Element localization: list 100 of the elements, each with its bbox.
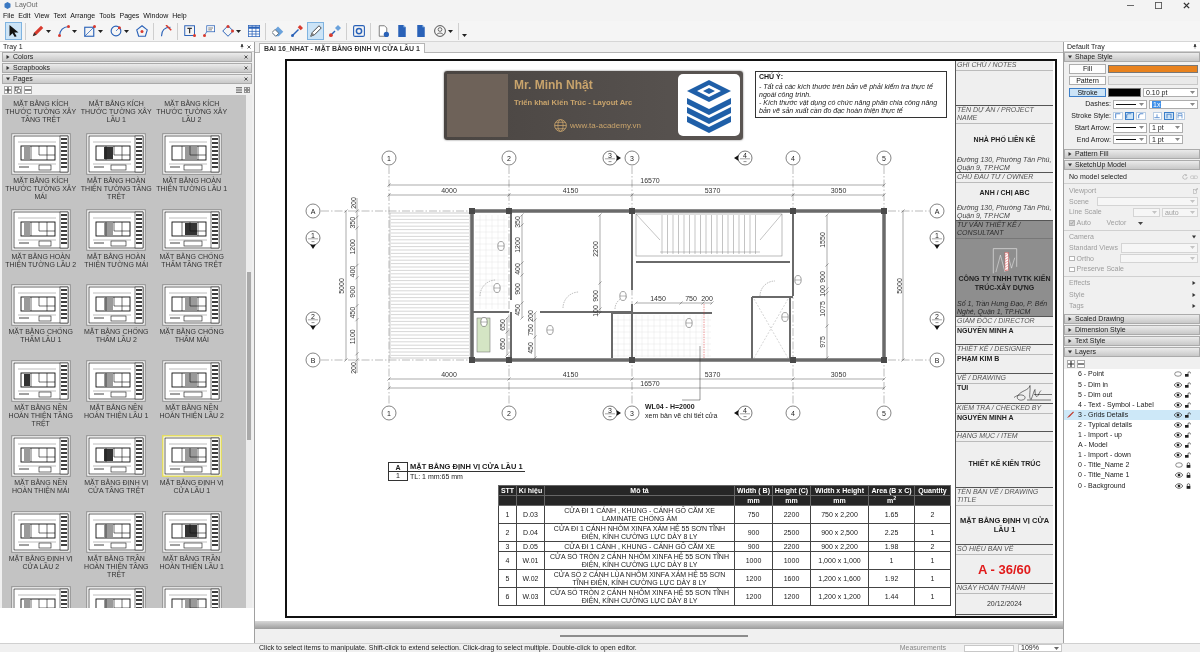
fill-color-swatch[interactable]: [1108, 64, 1198, 74]
photo-placeholder: [447, 74, 508, 137]
remove-page-button[interactable]: [24, 86, 32, 94]
close-icon[interactable]: [244, 55, 248, 59]
unlocked-icon[interactable]: [1185, 401, 1191, 408]
page-thumbnail[interactable]: [10, 284, 71, 326]
stroke-color-swatch[interactable]: [1108, 88, 1141, 97]
page-thumbnail[interactable]: [86, 359, 147, 402]
scrollbar-thumb[interactable]: [247, 272, 251, 440]
unlocked-icon[interactable]: [1185, 411, 1191, 418]
page-thumbnail[interactable]: [86, 435, 147, 477]
eyedropper-icon: [290, 25, 303, 37]
page-thumbnail[interactable]: [161, 208, 222, 251]
auto-checkbox[interactable]: [1069, 220, 1075, 226]
document-icon: [395, 25, 408, 37]
scrollbar-thumb[interactable]: [560, 635, 748, 637]
line-end-button[interactable]: [1164, 112, 1174, 121]
list-view-icon[interactable]: [236, 87, 242, 93]
presentation-tool-button[interactable]: [350, 22, 367, 40]
page-thumbnail[interactable]: [161, 133, 222, 175]
app-logo-icon: [4, 2, 11, 9]
corner-style-button[interactable]: [1113, 112, 1123, 121]
eye-icon[interactable]: [1174, 421, 1182, 428]
unlocked-icon[interactable]: [1185, 452, 1191, 459]
unlocked-icon[interactable]: [1185, 381, 1191, 388]
text-tool-button[interactable]: [181, 22, 198, 40]
eye-icon[interactable]: [1175, 482, 1183, 489]
close-icon[interactable]: [244, 77, 248, 81]
pattern-swatch[interactable]: [1108, 76, 1198, 85]
duplicate-page-button[interactable]: [14, 86, 22, 94]
arc-tool-button[interactable]: [55, 22, 79, 40]
measurements-field[interactable]: [964, 644, 1014, 652]
page-thumbnail[interactable]: [10, 208, 71, 251]
pin-icon[interactable]: [240, 44, 244, 49]
polygon-tool-button[interactable]: [133, 22, 150, 40]
page-thumbnail[interactable]: [86, 208, 147, 251]
minimize-icon: [1126, 5, 1134, 6]
arc-icon: [57, 25, 70, 37]
cursor-icon: [7, 25, 20, 37]
unlocked-icon[interactable]: [1185, 432, 1191, 439]
eye-icon[interactable]: [1174, 401, 1182, 408]
page-thumbnail[interactable]: [161, 359, 222, 402]
dash-style-dropdown[interactable]: [1113, 99, 1147, 110]
ortho-checkbox[interactable]: [1069, 255, 1075, 262]
polygon-icon: [135, 25, 148, 37]
eye-icon[interactable]: [1174, 381, 1182, 388]
dimension-tool-button[interactable]: [219, 22, 243, 40]
rectangle-tool-button[interactable]: [81, 22, 105, 40]
page-thumbnail[interactable]: [10, 435, 71, 477]
page-thumbnail[interactable]: [161, 284, 222, 326]
table-tool-button[interactable]: [245, 22, 262, 40]
unlocked-icon[interactable]: [1185, 371, 1191, 378]
arrow-style-dropdown[interactable]: [1113, 123, 1147, 133]
pin-icon[interactable]: [1193, 44, 1197, 49]
eye-icon[interactable]: [1174, 442, 1182, 449]
corner-style-button[interactable]: [1124, 112, 1134, 121]
account-tool-button[interactable]: [431, 22, 455, 40]
caret-icon: [1054, 646, 1059, 650]
page-thumbnail[interactable]: [10, 510, 71, 553]
lock-icon[interactable]: [1186, 482, 1191, 489]
add-page-button[interactable]: [4, 86, 12, 94]
eye-icon[interactable]: [1174, 452, 1182, 459]
page-thumbnail[interactable]: [10, 133, 71, 175]
eye-icon[interactable]: [1174, 391, 1182, 398]
arrow-style-dropdown[interactable]: [1113, 134, 1147, 145]
preserve-scale-checkbox[interactable]: [1069, 266, 1075, 273]
page-thumbnail[interactable]: [86, 284, 147, 326]
remove-layer-button[interactable]: [1077, 359, 1085, 368]
brush-tool-button[interactable]: [307, 22, 324, 40]
close-icon[interactable]: [247, 44, 251, 49]
page-thumbnail[interactable]: [86, 510, 147, 553]
caret-icon: [1137, 221, 1143, 225]
page-thumbnail[interactable]: [86, 133, 147, 175]
add-layer-button[interactable]: [1067, 359, 1075, 368]
caret-icon: [1190, 200, 1195, 204]
minus-icon: [1078, 362, 1084, 365]
page-thumbnail[interactable]: [161, 510, 222, 553]
lock-icon[interactable]: [1186, 462, 1191, 469]
corner-style-button[interactable]: [1136, 112, 1146, 121]
unlocked-icon[interactable]: [1185, 421, 1191, 428]
grid-view-icon[interactable]: [244, 87, 250, 93]
page-thumbnail[interactable]: [161, 586, 222, 608]
pencil-icon: [1067, 411, 1074, 419]
eyedropper-tool-button[interactable]: [288, 22, 305, 40]
close-icon[interactable]: [244, 66, 248, 70]
select-tool-button[interactable]: [5, 22, 22, 40]
eye-icon[interactable]: [1174, 432, 1182, 439]
label-icon: [202, 25, 215, 37]
page-thumbnail[interactable]: [10, 359, 71, 402]
unlocked-icon[interactable]: [1185, 391, 1191, 398]
unlocked-icon[interactable]: [1185, 442, 1191, 449]
join-tool-button[interactable]: [326, 22, 343, 40]
eraser-icon: [271, 25, 284, 37]
lock-icon[interactable]: [1186, 472, 1191, 479]
caret-icon: [1175, 138, 1180, 142]
eye-icon[interactable]: [1174, 411, 1182, 418]
website-link[interactable]: www.ta-academy.vn: [570, 120, 641, 131]
eye-icon[interactable]: [1175, 472, 1183, 479]
page-thumbnail[interactable]: [10, 586, 71, 608]
page-thumbnail[interactable]: [86, 586, 147, 608]
